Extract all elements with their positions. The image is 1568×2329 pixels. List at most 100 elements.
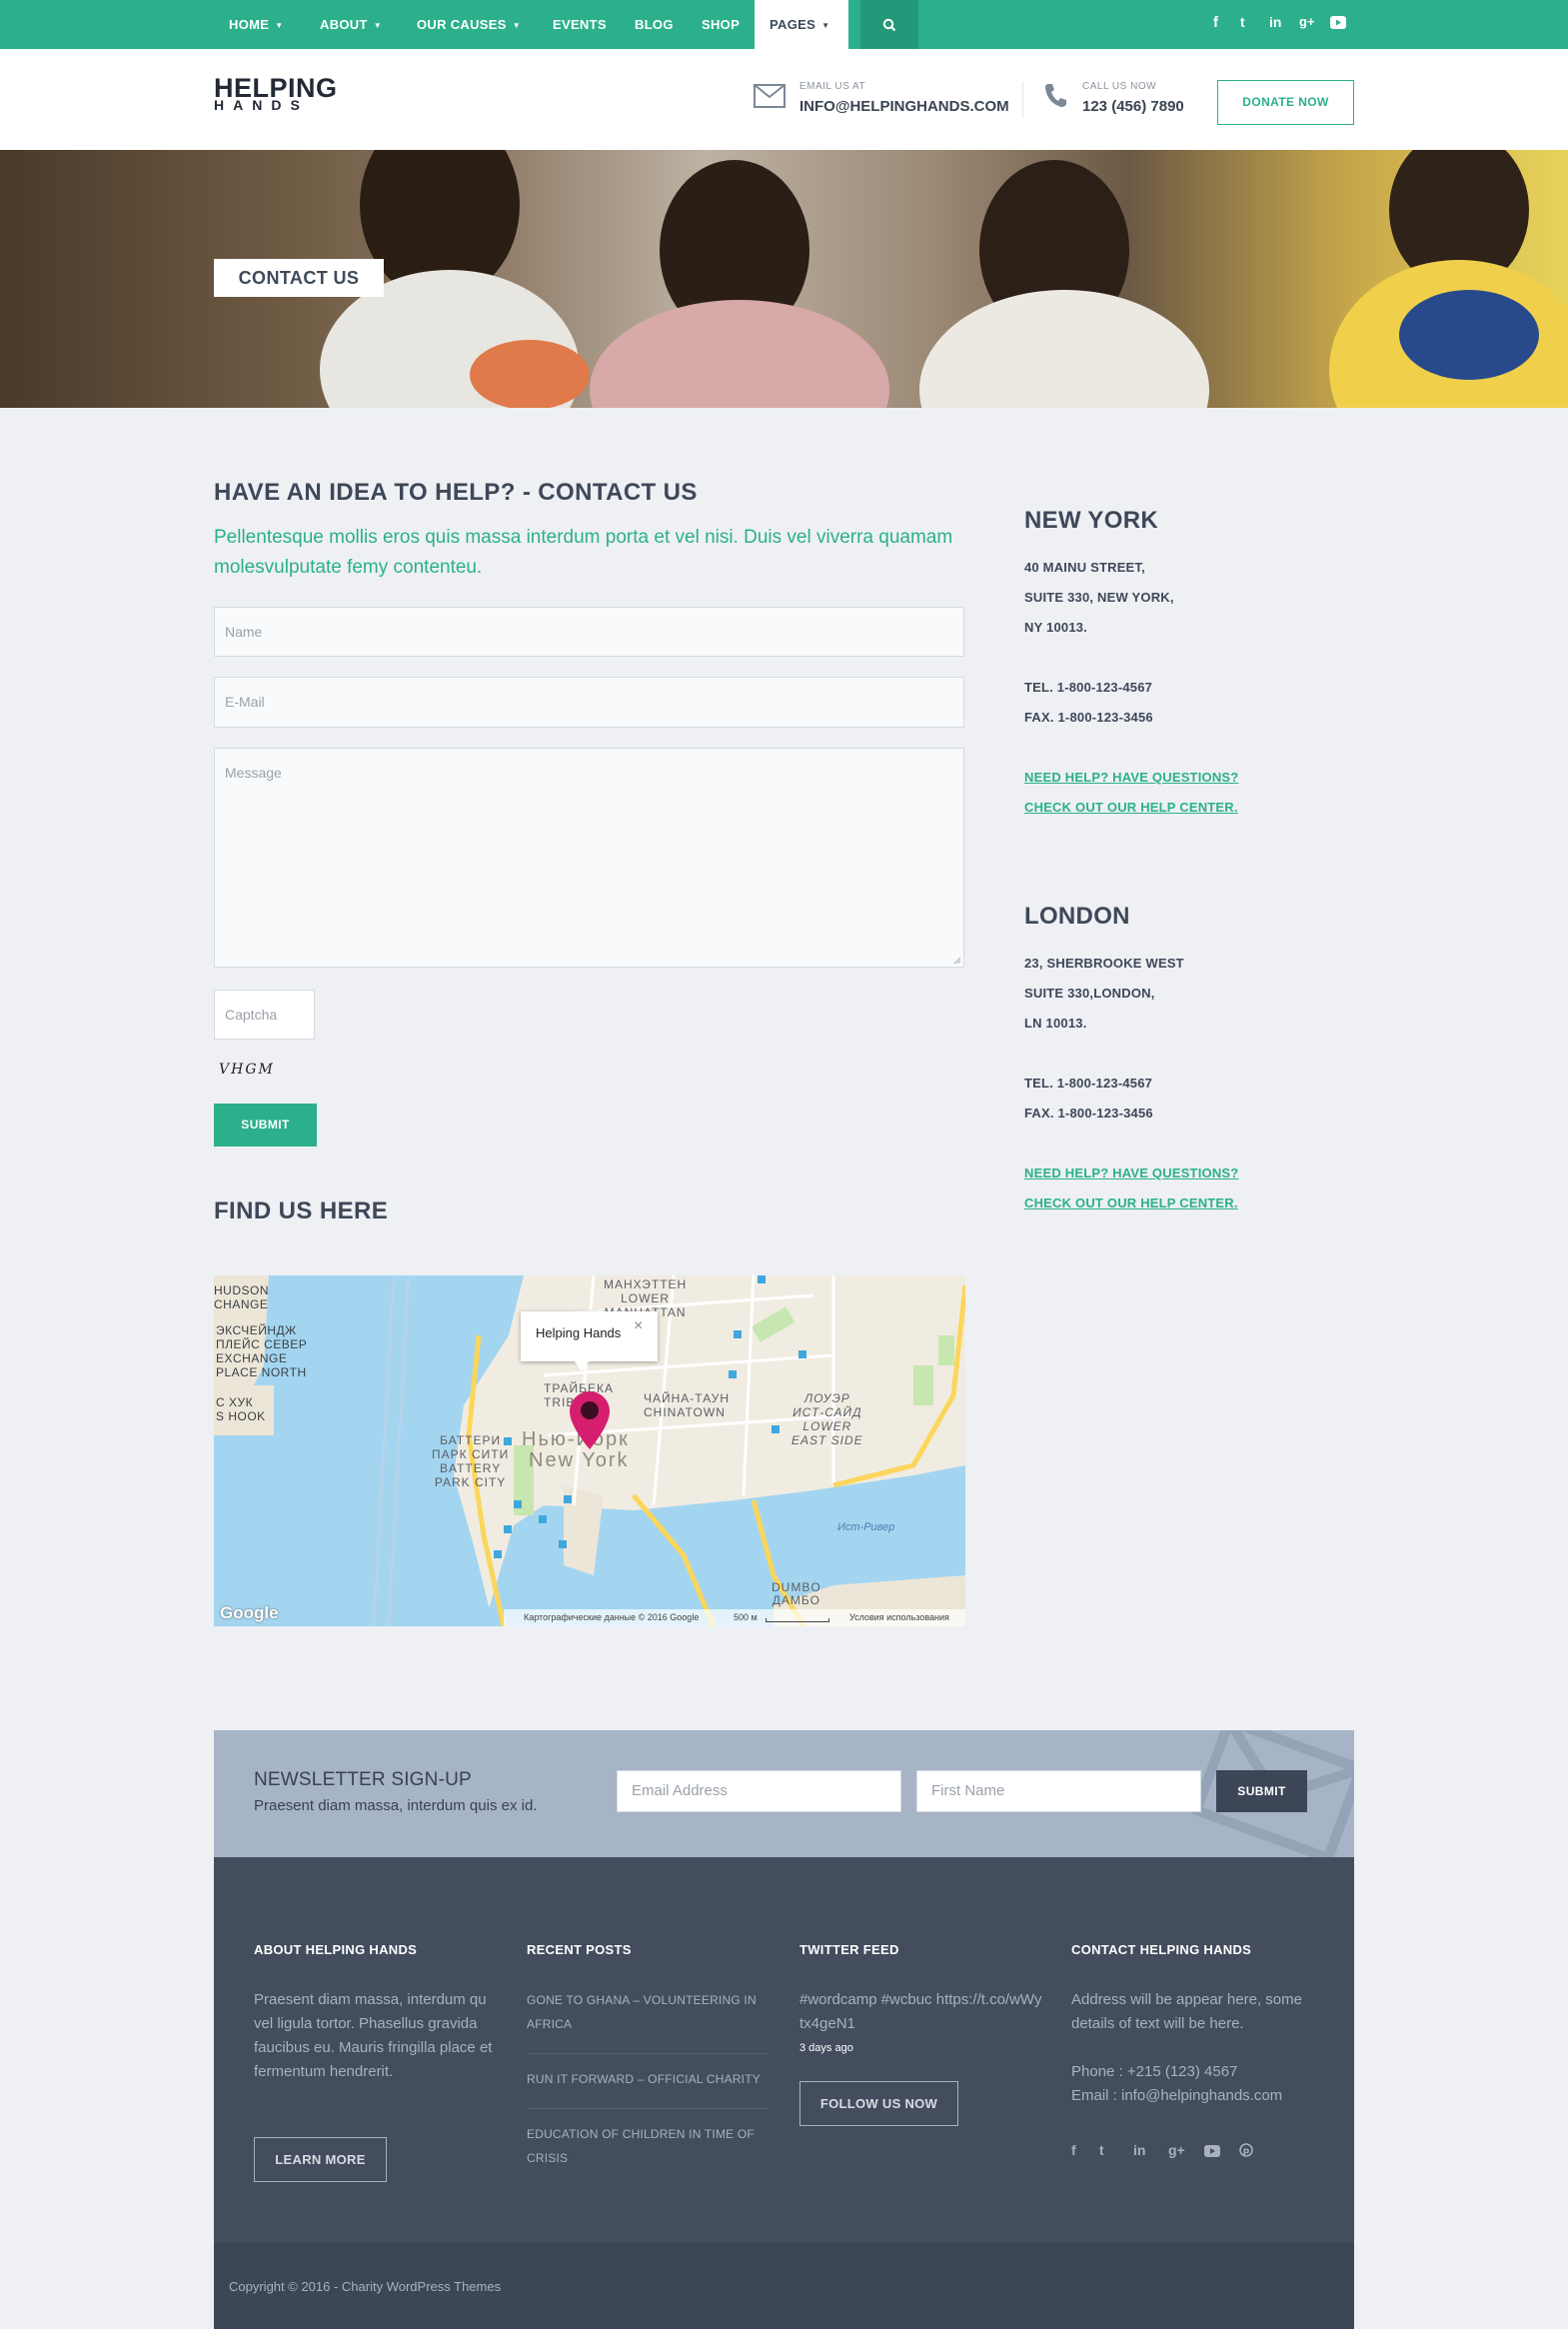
map-label-hudson: HUDSON CHANGE: [214, 1283, 270, 1311]
nav-label-pages: PAGES: [770, 17, 816, 32]
help-center-link[interactable]: CHECK OUT OUR HELP CENTER.: [1024, 793, 1324, 823]
svg-text:p: p: [1243, 2147, 1250, 2157]
name-input[interactable]: Name: [214, 607, 964, 657]
map-label-east-river: Ист-Ривер: [837, 1521, 895, 1533]
office-fax: FAX. 1-800-123-3456: [1024, 1106, 1153, 1121]
newsletter-subtitle: Praesent diam massa, interdum quis ex id…: [254, 1797, 538, 1814]
newsletter-submit-button[interactable]: SUBMIT: [1216, 1770, 1307, 1812]
help-center-link[interactable]: CHECK OUT OUR HELP CENTER.: [1024, 1188, 1324, 1218]
linkedin-icon[interactable]: in: [1133, 2142, 1145, 2158]
map-scale: 500 м: [734, 1612, 758, 1622]
recent-post-link[interactable]: EDUCATION OF CHILDREN IN TIME OF CRISIS: [527, 2122, 767, 2170]
phone-icon: [1045, 84, 1066, 107]
donate-now-button[interactable]: DONATE NOW: [1217, 80, 1354, 125]
office-address-line: SUITE 330, NEW YORK,: [1024, 590, 1174, 605]
youtube-icon[interactable]: [1330, 16, 1346, 33]
map-pin-icon[interactable]: [570, 1391, 610, 1449]
office-address-line: 40 MAINU STREET,: [1024, 560, 1145, 575]
twitter-icon[interactable]: t: [1099, 2142, 1104, 2158]
map-label-battery-park: БАТТЕРИ ПАРК СИТИ BATTERY PARK CITY: [432, 1433, 510, 1489]
tweet-text[interactable]: #wordcamp #wcbuc https://t.co/wWytx4geN1: [799, 1988, 1044, 2036]
page-title-badge: CONTACT US: [214, 259, 384, 297]
email-input[interactable]: E-Mail: [214, 677, 964, 728]
chevron-down-icon: ▼: [373, 21, 382, 30]
pinterest-icon[interactable]: p: [1239, 2143, 1253, 2160]
footer-recent-heading: RECENT POSTS: [527, 1942, 632, 1957]
info-window-tail: [575, 1361, 589, 1371]
newsletter-email-input[interactable]: Email Address: [617, 1770, 901, 1812]
office-city: LONDON: [1024, 903, 1130, 930]
map-label-chinatown: ЧАЙНА-ТАУН CHINATOWN: [644, 1391, 730, 1419]
envelope-icon: [754, 84, 785, 108]
map-scale-bar: [766, 1618, 829, 1622]
tweet-time: 3 days ago: [799, 2042, 853, 2054]
message-placeholder: Message: [225, 765, 282, 781]
chevron-down-icon: ▼: [821, 21, 830, 30]
logo-subtitle: HANDS: [214, 97, 309, 113]
email-value[interactable]: INFO@HELPINGHANDS.COM: [799, 98, 1009, 115]
nav-item-about[interactable]: ABOUT ▼: [320, 0, 382, 49]
post-divider: [527, 2053, 768, 2054]
facebook-icon[interactable]: f: [1071, 2142, 1076, 2158]
contact-title: HAVE AN IDEA TO HELP? - CONTACT US: [214, 479, 698, 506]
footer-contact-email[interactable]: Email : info@helpinghands.com: [1071, 2084, 1321, 2108]
captcha-image: VHGM: [219, 1062, 275, 1078]
map-label-ny-en: New York: [529, 1449, 630, 1471]
search-button[interactable]: [860, 0, 918, 49]
help-questions-link[interactable]: NEED HELP? HAVE QUESTIONS?: [1024, 1159, 1324, 1188]
footer-contact-heading: CONTACT HELPING HANDS: [1071, 1942, 1252, 1957]
submit-button[interactable]: SUBMIT: [214, 1104, 317, 1147]
recent-post-link[interactable]: RUN IT FORWARD – OFFICIAL CHARITY: [527, 2067, 767, 2091]
search-icon: [882, 18, 896, 32]
close-icon[interactable]: ×: [634, 1317, 643, 1335]
map-label-hook: С ХУК S HOOK: [216, 1395, 266, 1423]
chevron-down-icon: ▼: [512, 21, 521, 30]
nav-item-events[interactable]: EVENTS: [553, 0, 607, 49]
hero-figure: [590, 300, 889, 408]
youtube-icon[interactable]: [1204, 2144, 1220, 2160]
office-tel: TEL. 1-800-123-4567: [1024, 1076, 1153, 1091]
google-map[interactable]: HUDSON CHANGE ЭКСЧЕЙНДЖ ПЛЕЙС СЕВЕР EXCH…: [214, 1275, 965, 1626]
nav-item-blog[interactable]: BLOG: [635, 0, 674, 49]
contact-lead: Pellentesque mollis eros quis massa inte…: [214, 527, 953, 578]
map-terms-link[interactable]: Условия использования: [849, 1612, 949, 1622]
hero-figure: [470, 340, 590, 408]
office-card-new-york: NEW YORK 40 MAINU STREET, SUITE 330, NEW…: [994, 477, 1354, 851]
map-attribution: Картографические данные © 2016 Google: [524, 1612, 700, 1622]
nav-item-our-causes[interactable]: OUR CAUSES ▼: [417, 0, 521, 49]
google-plus-icon[interactable]: g+: [1299, 14, 1315, 29]
office-address-line: NY 10013.: [1024, 620, 1087, 635]
facebook-icon[interactable]: f: [1213, 14, 1218, 31]
office-card-london: LONDON 23, SHERBROOKE WEST SUITE 330,LON…: [994, 873, 1354, 1246]
office-address-line: SUITE 330,LONDON,: [1024, 986, 1155, 1001]
message-textarea[interactable]: Message: [214, 748, 964, 968]
footer-contact-phone: Phone : +215 (123) 4567: [1071, 2063, 1238, 2080]
nav-label-events: EVENTS: [553, 17, 607, 32]
captcha-input[interactable]: Captcha: [214, 990, 315, 1040]
recent-post-link[interactable]: GONE TO GHANA – VOLUNTEERING IN AFRICA: [527, 1988, 767, 2036]
resize-handle-icon[interactable]: [953, 957, 961, 965]
help-questions-link[interactable]: NEED HELP? HAVE QUESTIONS?: [1024, 763, 1324, 793]
office-address-line: LN 10013.: [1024, 1016, 1087, 1031]
footer-about-heading: ABOUT HELPING HANDS: [254, 1942, 418, 1957]
follow-us-button[interactable]: FOLLOW US NOW: [799, 2081, 958, 2126]
office-city: NEW YORK: [1024, 507, 1158, 534]
map-info-label: Helping Hands: [536, 1325, 622, 1340]
nav-item-home[interactable]: HOME ▼: [229, 0, 283, 49]
top-nav-bar: HOME ▼ ABOUT ▼ OUR CAUSES ▼ EVENTS BLOG SHO…: [0, 0, 1568, 49]
newsletter-name-input[interactable]: First Name: [916, 1770, 1201, 1812]
phone-value[interactable]: 123 (456) 7890: [1082, 98, 1184, 115]
linkedin-icon[interactable]: in: [1269, 14, 1281, 30]
copyright-text: Copyright © 2016 - Charity WordPress The…: [229, 2279, 502, 2294]
hero-figure: [1399, 290, 1539, 380]
twitter-icon[interactable]: t: [1240, 14, 1245, 30]
nav-item-pages[interactable]: PAGES ▼: [755, 0, 848, 49]
google-plus-icon[interactable]: g+: [1168, 2142, 1185, 2158]
office-address-line: 23, SHERBROOKE WEST: [1024, 956, 1184, 971]
newsletter-title: NEWSLETTER SIGN-UP: [254, 1769, 472, 1790]
learn-more-button[interactable]: LEARN MORE: [254, 2137, 387, 2182]
hero-figure: [919, 290, 1209, 408]
nav-label-our-causes: OUR CAUSES: [417, 17, 507, 32]
chevron-down-icon: ▼: [275, 21, 284, 30]
nav-item-shop[interactable]: SHOP: [702, 0, 740, 49]
